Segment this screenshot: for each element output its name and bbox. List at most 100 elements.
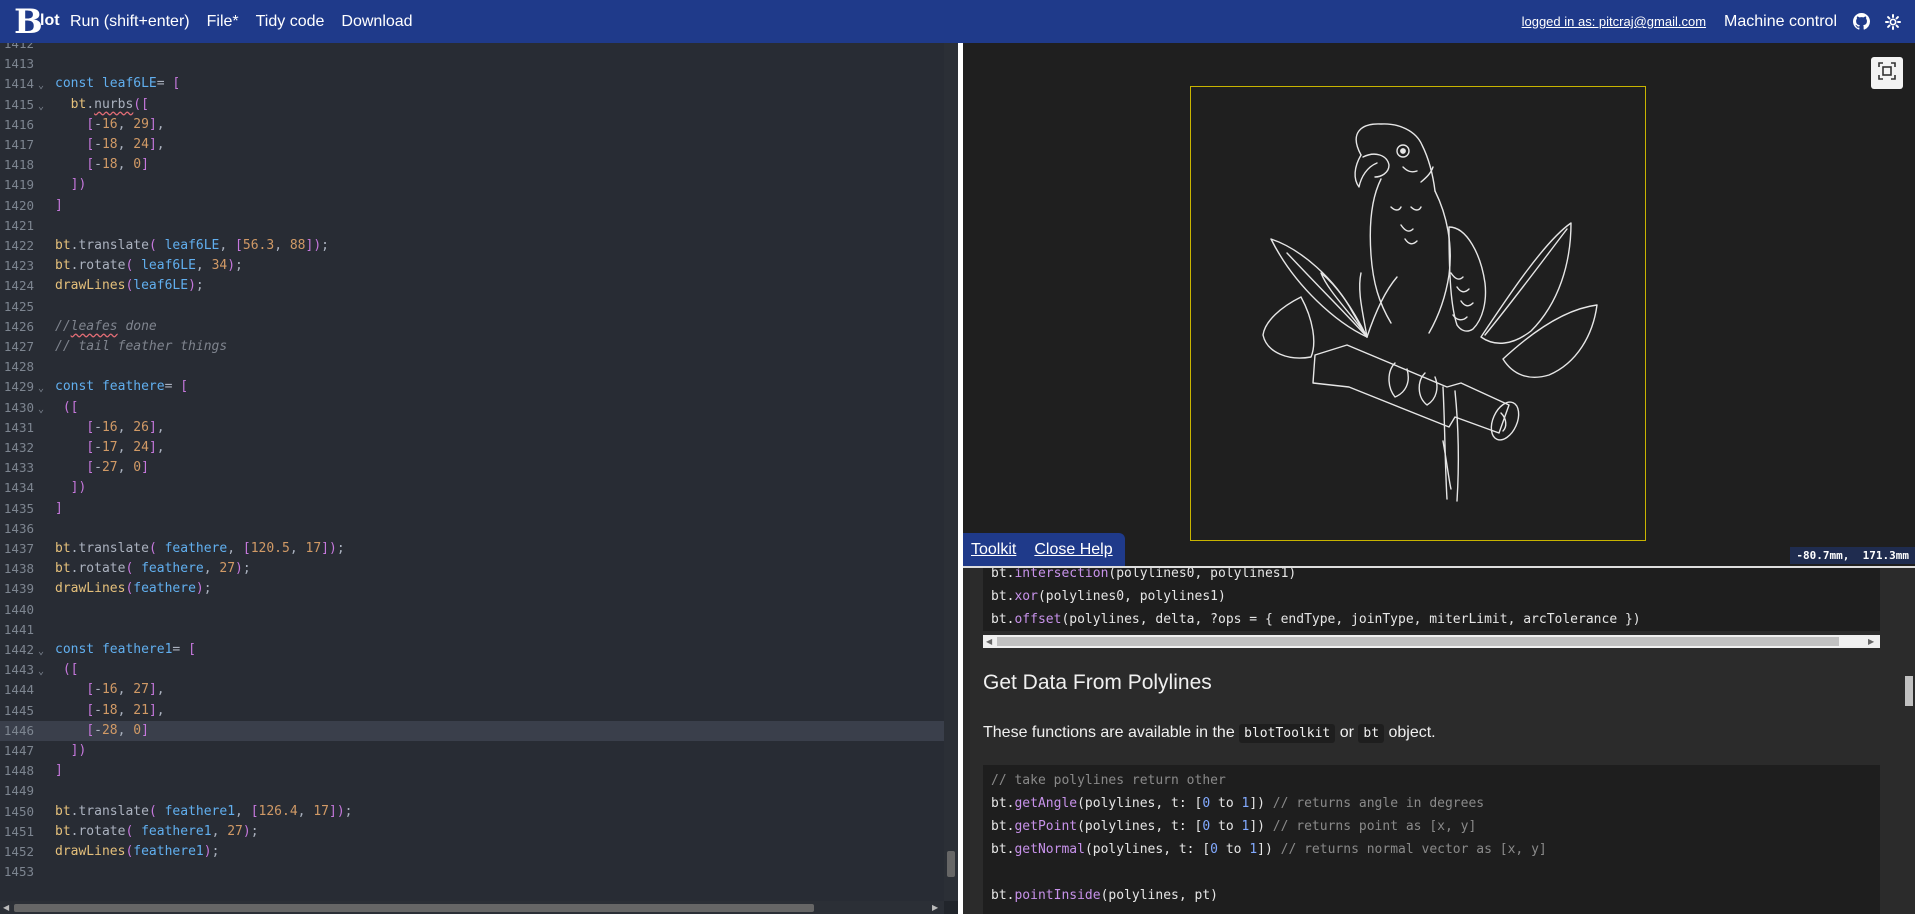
code-line[interactable]: 1451 bt.rotate( feathere1, 27); bbox=[0, 822, 944, 842]
code-line[interactable]: 1426 //leafes done bbox=[0, 317, 944, 337]
code-text[interactable]: bt.rotate( leaf6LE, 34); bbox=[55, 256, 243, 276]
code-text[interactable]: drawLines(feathere); bbox=[55, 579, 212, 599]
code-line[interactable]: 1434 ]) bbox=[0, 478, 944, 498]
code-line[interactable]: 1435] bbox=[0, 499, 944, 519]
code-text[interactable]: [-18, 24], bbox=[55, 135, 164, 155]
download-button[interactable]: Download bbox=[341, 13, 412, 31]
machine-control-button[interactable]: Machine control bbox=[1724, 13, 1837, 31]
code-text[interactable]: ] bbox=[55, 499, 63, 519]
code-line[interactable]: 1453 bbox=[0, 862, 944, 882]
code-line[interactable]: 1452 drawLines(feathere1); bbox=[0, 842, 944, 862]
scroll-right-arrow-icon[interactable]: ▶ bbox=[932, 903, 938, 912]
code-line[interactable]: 1431 [-16, 26], bbox=[0, 418, 944, 438]
code-line[interactable]: 1437 bt.translate( feathere, [120.5, 17])… bbox=[0, 539, 944, 559]
code-line[interactable]: 1446 [-28, 0] bbox=[0, 720, 944, 741]
code-text[interactable]: drawLines(feathere1); bbox=[55, 842, 219, 862]
tidy-code-button[interactable]: Tidy code bbox=[256, 13, 325, 31]
run-button[interactable]: Run (shift+enter) bbox=[70, 13, 190, 31]
code-text[interactable]: bt.translate( feathere, [120.5, 17]); bbox=[55, 539, 345, 559]
code-line[interactable]: 1415 ⌄ bt.nurbs([ bbox=[0, 95, 944, 115]
code-text[interactable]: ] bbox=[55, 196, 63, 216]
scroll-right-arrow-icon[interactable]: ▶ bbox=[1868, 637, 1874, 646]
code-horizontal-scroll-thumb[interactable] bbox=[997, 637, 1839, 646]
code-text[interactable]: [-18, 21], bbox=[55, 701, 164, 721]
code-line[interactable]: 1447 ]) bbox=[0, 741, 944, 761]
gear-icon[interactable] bbox=[1883, 12, 1903, 32]
code-text[interactable]: const feathere= [ bbox=[55, 377, 188, 397]
code-line[interactable]: 1448] bbox=[0, 761, 944, 781]
code-line[interactable]: 1421 bbox=[0, 216, 944, 236]
code-text[interactable]: [-16, 29], bbox=[55, 115, 164, 135]
code-line[interactable]: 1429 ⌄ const feathere= [ bbox=[0, 377, 944, 397]
file-menu[interactable]: File* bbox=[207, 13, 239, 31]
code-text[interactable]: bt.rotate( feathere1, 27); bbox=[55, 822, 259, 842]
code-text[interactable]: const leaf6LE= [ bbox=[55, 74, 180, 94]
editor-horizontal-scrollbar[interactable]: ◀ ▶ bbox=[0, 901, 944, 914]
fold-chevron-icon[interactable]: ⌄ bbox=[38, 642, 44, 662]
code-editor[interactable]: 1412 1413 1414 ⌄ const leaf6LE= [1415 ⌄ bt.nu… bbox=[0, 43, 944, 901]
code-text[interactable]: [-27, 0] bbox=[55, 458, 149, 478]
code-line[interactable]: 1450 bt.translate( feathere1, [126.4, 17]… bbox=[0, 802, 944, 822]
fold-chevron-icon[interactable]: ⌄ bbox=[38, 662, 44, 682]
code-line[interactable]: 1432 [-17, 24], bbox=[0, 438, 944, 458]
github-icon[interactable] bbox=[1851, 12, 1871, 32]
code-line[interactable]: 1433 [-27, 0] bbox=[0, 458, 944, 478]
code-line[interactable]: 1449 bbox=[0, 781, 944, 801]
close-help-tab[interactable]: Close Help bbox=[1034, 541, 1112, 559]
code-line[interactable]: 1420] bbox=[0, 196, 944, 216]
code-line[interactable]: 1414 ⌄ const leaf6LE= [ bbox=[0, 74, 944, 94]
code-line[interactable]: 1444 [-16, 27], bbox=[0, 680, 944, 700]
fold-chevron-icon[interactable]: ⌄ bbox=[38, 400, 44, 420]
code-text[interactable]: bt.rotate( feathere, 27); bbox=[55, 559, 251, 579]
code-line[interactable]: 1418 [-18, 0] bbox=[0, 155, 944, 175]
code-line[interactable]: 1428 bbox=[0, 357, 944, 377]
code-line[interactable]: 1430 ⌄ ([ bbox=[0, 398, 944, 418]
fold-chevron-icon[interactable]: ⌄ bbox=[38, 379, 44, 399]
code-text[interactable]: ]) bbox=[55, 741, 87, 761]
docs-vertical-scrollbar[interactable] bbox=[1903, 568, 1915, 914]
code-line[interactable]: 1442 ⌄ const feathere1= [ bbox=[0, 640, 944, 660]
editor-horizontal-scroll-thumb[interactable] bbox=[14, 904, 814, 912]
scroll-left-arrow-icon[interactable]: ◀ bbox=[3, 903, 9, 912]
help-docs-panel[interactable]: bt.intersection(polylines0, polylines1) b… bbox=[963, 566, 1915, 914]
editor-vertical-scroll-thumb[interactable] bbox=[947, 851, 955, 877]
code-line[interactable]: 1439 drawLines(feathere); bbox=[0, 579, 944, 599]
code-line[interactable]: 1441 bbox=[0, 620, 944, 640]
code-text[interactable]: drawLines(leaf6LE); bbox=[55, 276, 204, 296]
code-text[interactable]: bt.translate( feathere1, [126.4, 17]); bbox=[55, 802, 352, 822]
code-text[interactable]: ]) bbox=[55, 478, 87, 498]
code-line[interactable]: 1436 bbox=[0, 519, 944, 539]
code-line[interactable]: 1419 ]) bbox=[0, 175, 944, 195]
code-line[interactable]: 1416 [-16, 29], bbox=[0, 115, 944, 135]
code-line[interactable]: 1423 bt.rotate( leaf6LE, 34); bbox=[0, 256, 944, 276]
code-text[interactable]: [-16, 27], bbox=[55, 680, 164, 700]
code-line[interactable]: 1427 // tail feather things bbox=[0, 337, 944, 357]
code-text[interactable]: [-16, 26], bbox=[55, 418, 164, 438]
drawing-viewer[interactable]: -80.7mm, 171.3mm bbox=[963, 43, 1915, 566]
docs-vertical-scroll-thumb[interactable] bbox=[1905, 676, 1913, 706]
code-text[interactable]: [-28, 0] bbox=[55, 721, 149, 741]
fold-chevron-icon[interactable]: ⌄ bbox=[38, 76, 44, 96]
editor-vertical-scrollbar[interactable] bbox=[944, 43, 958, 901]
scroll-left-arrow-icon[interactable]: ◀ bbox=[986, 637, 992, 646]
code-text[interactable]: ([ bbox=[55, 398, 79, 418]
code-line[interactable]: 1413 bbox=[0, 54, 944, 74]
code-text[interactable]: //leafes done bbox=[55, 317, 157, 337]
code-line[interactable]: 1443 ⌄ ([ bbox=[0, 660, 944, 680]
code-line[interactable]: 1425 bbox=[0, 297, 944, 317]
blot-logo[interactable]: B lot bbox=[0, 0, 70, 43]
code-horizontal-scrollbar[interactable]: ◀ ▶ bbox=[983, 635, 1880, 648]
code-text[interactable]: [-18, 0] bbox=[55, 155, 149, 175]
code-text[interactable]: ] bbox=[55, 761, 63, 781]
code-text[interactable]: // tail feather things bbox=[55, 337, 227, 357]
code-line[interactable]: 1422 bt.translate( leaf6LE, [56.3, 88]); bbox=[0, 236, 944, 256]
code-line[interactable]: 1440 bbox=[0, 600, 944, 620]
toolkit-tab[interactable]: Toolkit bbox=[971, 541, 1016, 559]
code-line[interactable]: 1412 bbox=[0, 43, 944, 54]
code-line[interactable]: 1438 bt.rotate( feathere, 27); bbox=[0, 559, 944, 579]
code-line[interactable]: 1424 drawLines(leaf6LE); bbox=[0, 276, 944, 296]
code-text[interactable]: [-17, 24], bbox=[55, 438, 164, 458]
code-text[interactable]: const feathere1= [ bbox=[55, 640, 196, 660]
code-text[interactable]: bt.translate( leaf6LE, [56.3, 88]); bbox=[55, 236, 329, 256]
code-text[interactable]: ]) bbox=[55, 175, 87, 195]
